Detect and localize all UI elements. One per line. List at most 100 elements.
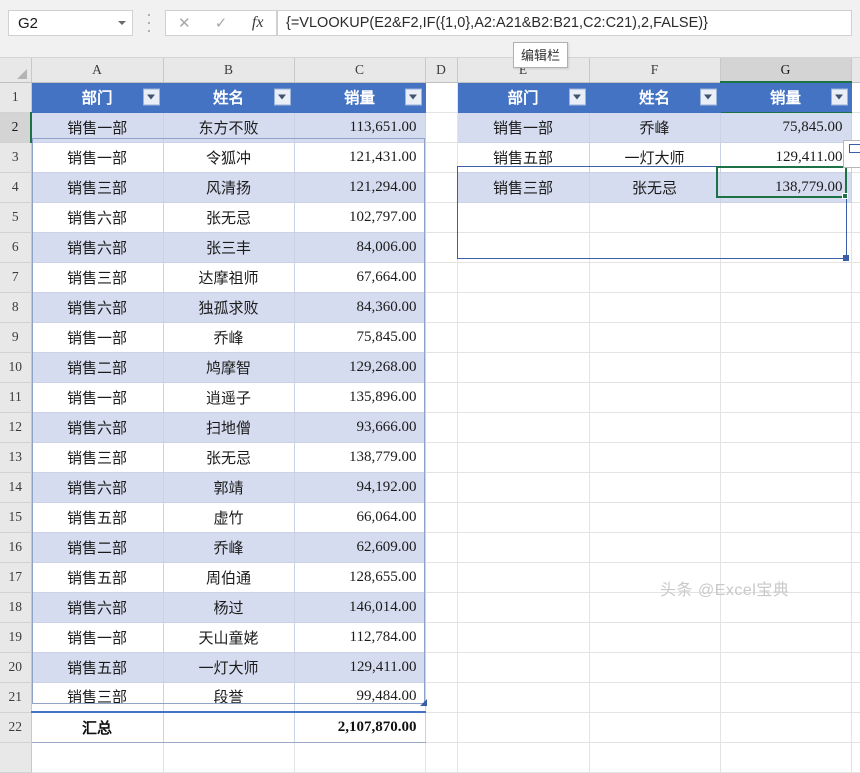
cell-a21[interactable]: 销售三部 xyxy=(31,682,164,713)
cell-h23[interactable] xyxy=(851,742,860,773)
accept-icon[interactable]: ✓ xyxy=(203,11,240,35)
cell-g2[interactable]: 75,845.00 xyxy=(720,112,852,143)
filter-dropdown-icon-c[interactable] xyxy=(404,88,422,106)
cell-e8[interactable] xyxy=(457,292,590,323)
cell-f22[interactable] xyxy=(589,712,721,743)
cell-e9[interactable] xyxy=(457,322,590,353)
cell-f14[interactable] xyxy=(589,472,721,503)
cell-c20[interactable]: 129,411.00 xyxy=(294,652,426,683)
cell-a7[interactable]: 销售三部 xyxy=(31,262,164,293)
cell-b9[interactable]: 乔峰 xyxy=(163,322,295,353)
cell-b3[interactable]: 令狐冲 xyxy=(163,142,295,173)
cell-f12[interactable] xyxy=(589,412,721,443)
cell-g14[interactable] xyxy=(720,472,852,503)
cell-e12[interactable] xyxy=(457,412,590,443)
cell-h10[interactable] xyxy=(851,352,860,383)
cell-f9[interactable] xyxy=(589,322,721,353)
cell-c5[interactable]: 102,797.00 xyxy=(294,202,426,233)
cell-e20[interactable] xyxy=(457,652,590,683)
cell-d18[interactable] xyxy=(425,592,458,623)
cell-c18[interactable]: 146,014.00 xyxy=(294,592,426,623)
cell-f11[interactable] xyxy=(589,382,721,413)
cell-d15[interactable] xyxy=(425,502,458,533)
cell-e5[interactable] xyxy=(457,202,590,233)
cell-c9[interactable]: 75,845.00 xyxy=(294,322,426,353)
column-header-d[interactable]: D xyxy=(425,58,458,83)
row-header-3[interactable]: 3 xyxy=(0,142,32,173)
cell-a20[interactable]: 销售五部 xyxy=(31,652,164,683)
filter-dropdown-icon-a[interactable] xyxy=(142,88,160,106)
row-header-21[interactable]: 21 xyxy=(0,682,32,713)
cell-f20[interactable] xyxy=(589,652,721,683)
cell-d8[interactable] xyxy=(425,292,458,323)
row-header-17[interactable]: 17 xyxy=(0,562,32,593)
cell-f7[interactable] xyxy=(589,262,721,293)
cell-e21[interactable] xyxy=(457,682,590,713)
cell-h5[interactable] xyxy=(851,202,860,233)
row-header-8[interactable]: 8 xyxy=(0,292,32,323)
cell-e10[interactable] xyxy=(457,352,590,383)
cell-g19[interactable] xyxy=(720,622,852,653)
cell-f8[interactable] xyxy=(589,292,721,323)
cell-a9[interactable]: 销售一部 xyxy=(31,322,164,353)
cell-h15[interactable] xyxy=(851,502,860,533)
cell-e7[interactable] xyxy=(457,262,590,293)
cell-a19[interactable]: 销售一部 xyxy=(31,622,164,653)
cell-a11[interactable]: 销售一部 xyxy=(31,382,164,413)
row-header-10[interactable]: 10 xyxy=(0,352,32,383)
cell-h2[interactable] xyxy=(851,112,860,143)
cell-g11[interactable] xyxy=(720,382,852,413)
cell-d21[interactable] xyxy=(425,682,458,713)
cell-a10[interactable]: 销售二部 xyxy=(31,352,164,383)
cell-d13[interactable] xyxy=(425,442,458,473)
cell-c14[interactable]: 94,192.00 xyxy=(294,472,426,503)
row-header-1[interactable]: 1 xyxy=(0,82,32,113)
cell-c16[interactable]: 62,609.00 xyxy=(294,532,426,563)
column-header-a[interactable]: A xyxy=(31,58,164,83)
cell-d16[interactable] xyxy=(425,532,458,563)
formula-bar-grip[interactable] xyxy=(146,14,152,32)
cell-h8[interactable] xyxy=(851,292,860,323)
quick-analysis-icon[interactable] xyxy=(843,140,860,168)
cell-d20[interactable] xyxy=(425,652,458,683)
row-header-7[interactable]: 7 xyxy=(0,262,32,293)
cell-c19[interactable]: 112,784.00 xyxy=(294,622,426,653)
cell-d5[interactable] xyxy=(425,202,458,233)
cell-g15[interactable] xyxy=(720,502,852,533)
cell-a13[interactable]: 销售三部 xyxy=(31,442,164,473)
row-header-15[interactable]: 15 xyxy=(0,502,32,533)
cell-g13[interactable] xyxy=(720,442,852,473)
cell-a12[interactable]: 销售六部 xyxy=(31,412,164,443)
filter-dropdown-icon-g[interactable] xyxy=(830,88,848,106)
cell-d6[interactable] xyxy=(425,232,458,263)
insert-function-icon[interactable]: fx xyxy=(239,11,276,35)
row-header-14[interactable]: 14 xyxy=(0,472,32,503)
row-header-4[interactable]: 4 xyxy=(0,172,32,203)
cell-e11[interactable] xyxy=(457,382,590,413)
cell-f13[interactable] xyxy=(589,442,721,473)
cell-c11[interactable]: 135,896.00 xyxy=(294,382,426,413)
cell-a6[interactable]: 销售六部 xyxy=(31,232,164,263)
cell-e15[interactable] xyxy=(457,502,590,533)
cell-c4[interactable]: 121,294.00 xyxy=(294,172,426,203)
cell-g23[interactable] xyxy=(720,742,852,773)
name-box-dropdown-icon[interactable] xyxy=(112,11,132,35)
column-header-c[interactable]: C xyxy=(294,58,426,83)
cell-g12[interactable] xyxy=(720,412,852,443)
cell-h12[interactable] xyxy=(851,412,860,443)
cell-d4[interactable] xyxy=(425,172,458,203)
cell-f4[interactable]: 张无忌 xyxy=(589,172,721,203)
cell-g3[interactable]: 129,411.00 xyxy=(720,142,852,173)
cell-h9[interactable] xyxy=(851,322,860,353)
column-header-g[interactable]: G xyxy=(720,58,852,83)
cell-h18[interactable] xyxy=(851,592,860,623)
cell-c8[interactable]: 84,360.00 xyxy=(294,292,426,323)
column-header-f[interactable]: F xyxy=(589,58,721,83)
cell-g7[interactable] xyxy=(720,262,852,293)
cell-g10[interactable] xyxy=(720,352,852,383)
column-header-b[interactable]: B xyxy=(163,58,295,83)
cell-h6[interactable] xyxy=(851,232,860,263)
cell-c13[interactable]: 138,779.00 xyxy=(294,442,426,473)
filter-dropdown-icon-e[interactable] xyxy=(568,88,586,106)
cell-d7[interactable] xyxy=(425,262,458,293)
